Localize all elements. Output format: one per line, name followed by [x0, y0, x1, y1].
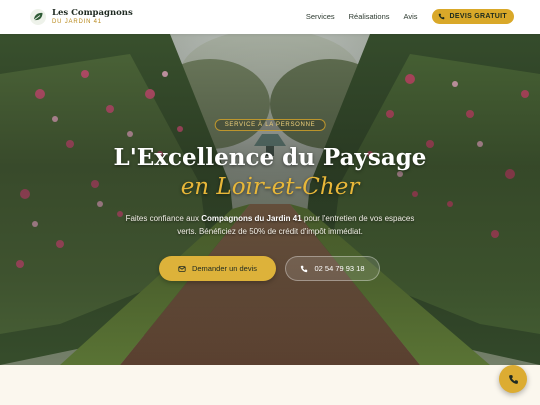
hero-intro: Faites confiance aux Compagnons du Jardi…: [120, 212, 420, 238]
main-nav: Services Réalisations Avis DEVIS GRATUIT: [306, 9, 514, 24]
free-quote-button[interactable]: DEVIS GRATUIT: [431, 9, 514, 24]
hero-title-highlight: en Loir-et-Cher: [180, 174, 360, 200]
brand-name: Les Compagnons: [52, 8, 133, 18]
hero-section: SERVICE À LA PERSONNE L'Excellence du Pa…: [0, 34, 540, 365]
phone-icon: [438, 13, 444, 20]
brand-subtitle: DU JARDIN 41: [52, 19, 102, 25]
next-section: [0, 365, 540, 405]
nav-services[interactable]: Services: [306, 12, 335, 21]
free-quote-label: DEVIS GRATUIT: [449, 13, 507, 20]
hero-title: L'Excellence du Paysage: [113, 144, 427, 171]
phone-icon: [508, 374, 518, 384]
leaf-icon: [30, 9, 46, 25]
phone-number: 02 54 79 93 18: [314, 264, 365, 273]
mail-icon: [178, 265, 186, 272]
request-quote-label: Demander un devis: [191, 264, 258, 273]
nav-realisations[interactable]: Réalisations: [349, 12, 390, 21]
nav-avis[interactable]: Avis: [404, 12, 418, 21]
request-quote-button[interactable]: Demander un devis: [159, 256, 276, 281]
service-badge: SERVICE À LA PERSONNE: [214, 119, 326, 131]
site-header: Les Compagnons DU JARDIN 41 Services Réa…: [0, 0, 540, 34]
floating-call-button[interactable]: [499, 365, 527, 393]
logo[interactable]: Les Compagnons DU JARDIN 41: [30, 8, 133, 26]
phone-icon: [301, 265, 308, 272]
brand: Les Compagnons DU JARDIN 41: [52, 8, 133, 26]
intro-brand: Compagnons du Jardin 41: [201, 214, 302, 223]
phone-button[interactable]: 02 54 79 93 18: [285, 256, 380, 281]
intro-text-1: Faites confiance aux: [125, 214, 202, 223]
